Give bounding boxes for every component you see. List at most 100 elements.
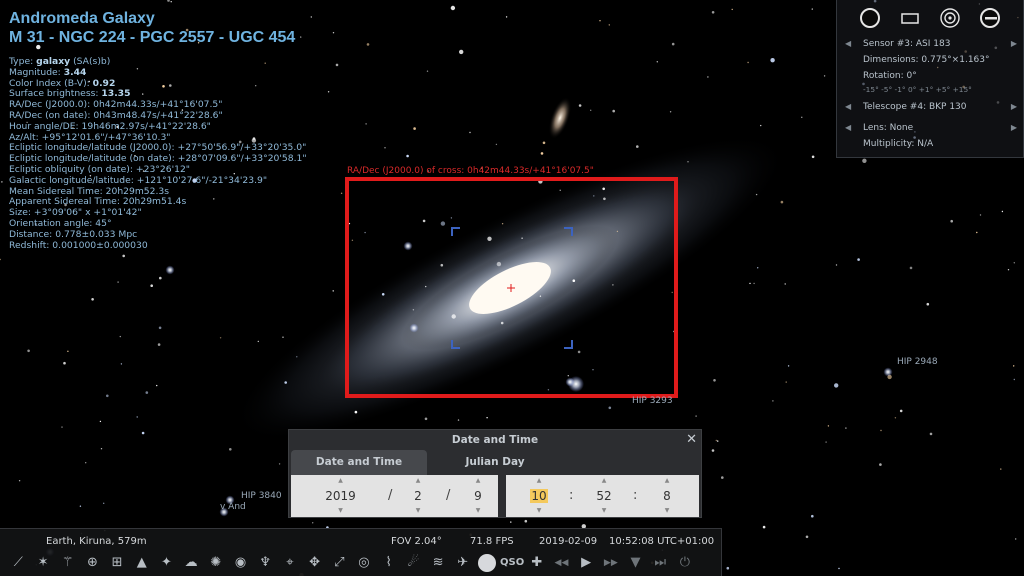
info-value: 3.44 bbox=[63, 66, 87, 78]
constellation-labels-icon[interactable]: ✶ bbox=[31, 551, 56, 575]
minute-spinbox[interactable]: ▲ 52 ▼ bbox=[586, 475, 622, 517]
star bbox=[278, 463, 281, 465]
star bbox=[835, 264, 838, 266]
satellite-icon[interactable]: ✚ bbox=[524, 551, 549, 575]
close-icon[interactable]: ✕ bbox=[686, 432, 697, 448]
lens-next-icon[interactable]: ▶ bbox=[1011, 123, 1017, 132]
star-label-hip3293[interactable]: HIP 3293 bbox=[632, 396, 673, 406]
month-value[interactable]: 2 bbox=[403, 488, 433, 504]
tab-date-and-time[interactable]: Date and Time bbox=[291, 450, 427, 475]
ocular-icon[interactable]: ◎ bbox=[352, 551, 377, 575]
bottom-bar: Earth, Kiruna, 579m FOV 2.04° 71.8 FPS 2… bbox=[0, 528, 722, 576]
star bbox=[300, 36, 302, 38]
telescope-prev-icon[interactable]: ◀ bbox=[845, 102, 851, 111]
quit-icon[interactable]: ⏻ bbox=[673, 551, 698, 575]
minute-value[interactable]: 52 bbox=[586, 488, 622, 504]
star bbox=[671, 42, 675, 46]
star bbox=[880, 429, 882, 432]
sensor-frame-icon[interactable] bbox=[897, 6, 923, 30]
constellation-art-icon[interactable]: ⚚ bbox=[55, 551, 80, 575]
year-down-icon[interactable]: ▼ bbox=[313, 507, 368, 515]
year-spinbox[interactable]: ▲ 2019 ▼ bbox=[313, 475, 368, 517]
fast-forward-icon[interactable]: ⏭ bbox=[648, 551, 673, 575]
dialog-title[interactable]: Date and Time bbox=[289, 430, 701, 450]
now-icon[interactable]: ▼ bbox=[623, 551, 648, 575]
day-up-icon[interactable]: ▲ bbox=[463, 477, 493, 485]
star bbox=[715, 439, 717, 442]
day-spinbox[interactable]: ▲ 9 ▼ bbox=[463, 475, 493, 517]
center-object-icon[interactable]: ⌖ bbox=[278, 551, 303, 575]
star bbox=[731, 8, 733, 11]
ocular-view-icon[interactable] bbox=[857, 6, 883, 30]
atmosphere-icon[interactable]: ☁ bbox=[179, 551, 204, 575]
telrad-icon[interactable] bbox=[937, 6, 963, 30]
sensor-next-icon[interactable]: ▶ bbox=[1011, 39, 1017, 48]
equatorial-mount-icon[interactable]: ♆ bbox=[253, 551, 278, 575]
rewind-icon[interactable]: ◀◀ bbox=[549, 551, 574, 575]
constellation-lines-icon[interactable]: ⟋ bbox=[6, 551, 31, 575]
location-status[interactable]: Earth, Kiruna, 579m bbox=[46, 536, 147, 547]
tab-julian-day[interactable]: Julian Day bbox=[427, 450, 563, 475]
qso-icon[interactable]: QSO bbox=[500, 551, 525, 575]
meteor-icon[interactable]: ⌇ bbox=[376, 551, 401, 575]
hour-value[interactable]: 10 bbox=[530, 489, 548, 503]
month-up-icon[interactable]: ▲ bbox=[403, 477, 433, 485]
planets-labels-icon[interactable]: ◉ bbox=[228, 551, 253, 575]
minute-up-icon[interactable]: ▲ bbox=[586, 477, 622, 485]
equatorial-grid-icon[interactable]: ⊕ bbox=[80, 551, 105, 575]
satellites-icon[interactable]: ☄ bbox=[401, 551, 426, 575]
star bbox=[424, 417, 428, 421]
exoplanets-icon[interactable]: ≋ bbox=[426, 551, 451, 575]
year-value[interactable]: 2019 bbox=[313, 488, 368, 504]
solar-system-icon[interactable] bbox=[475, 551, 500, 575]
star-label-hip3840[interactable]: HIP 3840 bbox=[241, 491, 282, 501]
night-mode-icon[interactable]: ✥ bbox=[302, 551, 327, 575]
day-down-icon[interactable]: ▼ bbox=[463, 507, 493, 515]
star bbox=[406, 154, 409, 158]
telescope-next-icon[interactable]: ▶ bbox=[1011, 102, 1017, 111]
info-label: RA/Dec (on date): 0h43m48.47s/+41°22'28.… bbox=[9, 109, 223, 121]
bookmark-icon[interactable]: ✈ bbox=[450, 551, 475, 575]
star bbox=[85, 462, 87, 464]
lens-prev-icon[interactable]: ◀ bbox=[845, 123, 851, 132]
info-label: Orientation angle: 45° bbox=[9, 217, 112, 229]
star bbox=[1, 181, 3, 183]
nebulae-icon[interactable]: ✺ bbox=[204, 551, 229, 575]
star bbox=[827, 425, 830, 427]
cardinal-points-icon[interactable]: ✦ bbox=[154, 551, 179, 575]
month-spinbox[interactable]: ▲ 2 ▼ bbox=[403, 475, 433, 517]
ocular-settings-icon[interactable] bbox=[977, 6, 1003, 30]
hour-spinbox[interactable]: ▲ 10 ▼ bbox=[521, 475, 557, 517]
azimuthal-grid-icon[interactable]: ⊞ bbox=[105, 551, 130, 575]
star bbox=[79, 505, 82, 507]
sensor-prev-icon[interactable]: ◀ bbox=[845, 39, 851, 48]
star bbox=[717, 440, 719, 442]
month-down-icon[interactable]: ▼ bbox=[403, 507, 433, 515]
star-label-hip2948[interactable]: HIP 2948 bbox=[897, 357, 938, 367]
second-value[interactable]: 8 bbox=[649, 488, 685, 504]
fullscreen-icon[interactable]: ⤢ bbox=[327, 551, 352, 575]
date-status[interactable]: 2019-02-09 bbox=[539, 536, 597, 547]
multiplicity-label: Multiplicity: N/A bbox=[863, 139, 934, 149]
time-status[interactable]: 10:52:08 UTC+01:00 bbox=[609, 536, 714, 547]
hour-down-icon[interactable]: ▼ bbox=[521, 507, 557, 515]
star bbox=[721, 476, 724, 479]
ground-icon[interactable]: ▲ bbox=[129, 551, 154, 575]
star bbox=[845, 427, 847, 429]
year-up-icon[interactable]: ▲ bbox=[313, 477, 368, 485]
day-value[interactable]: 9 bbox=[463, 488, 493, 504]
play-icon[interactable]: ▶ bbox=[574, 551, 599, 575]
minute-down-icon[interactable]: ▼ bbox=[586, 507, 622, 515]
star bbox=[713, 379, 716, 382]
star-label-v-and[interactable]: v And bbox=[220, 502, 246, 512]
hour-up-icon[interactable]: ▲ bbox=[521, 477, 557, 485]
star bbox=[1013, 378, 1015, 381]
second-down-icon[interactable]: ▼ bbox=[649, 507, 685, 515]
star bbox=[310, 16, 312, 18]
rotation-steps[interactable]: -15° -5° -1° 0° +1° +5° +15° bbox=[863, 85, 972, 94]
second-up-icon[interactable]: ▲ bbox=[649, 477, 685, 485]
star bbox=[229, 448, 232, 451]
info-label: Color Index (B-V): bbox=[9, 77, 93, 89]
second-spinbox[interactable]: ▲ 8 ▼ bbox=[649, 475, 685, 517]
forward-icon[interactable]: ▶▶ bbox=[599, 551, 624, 575]
